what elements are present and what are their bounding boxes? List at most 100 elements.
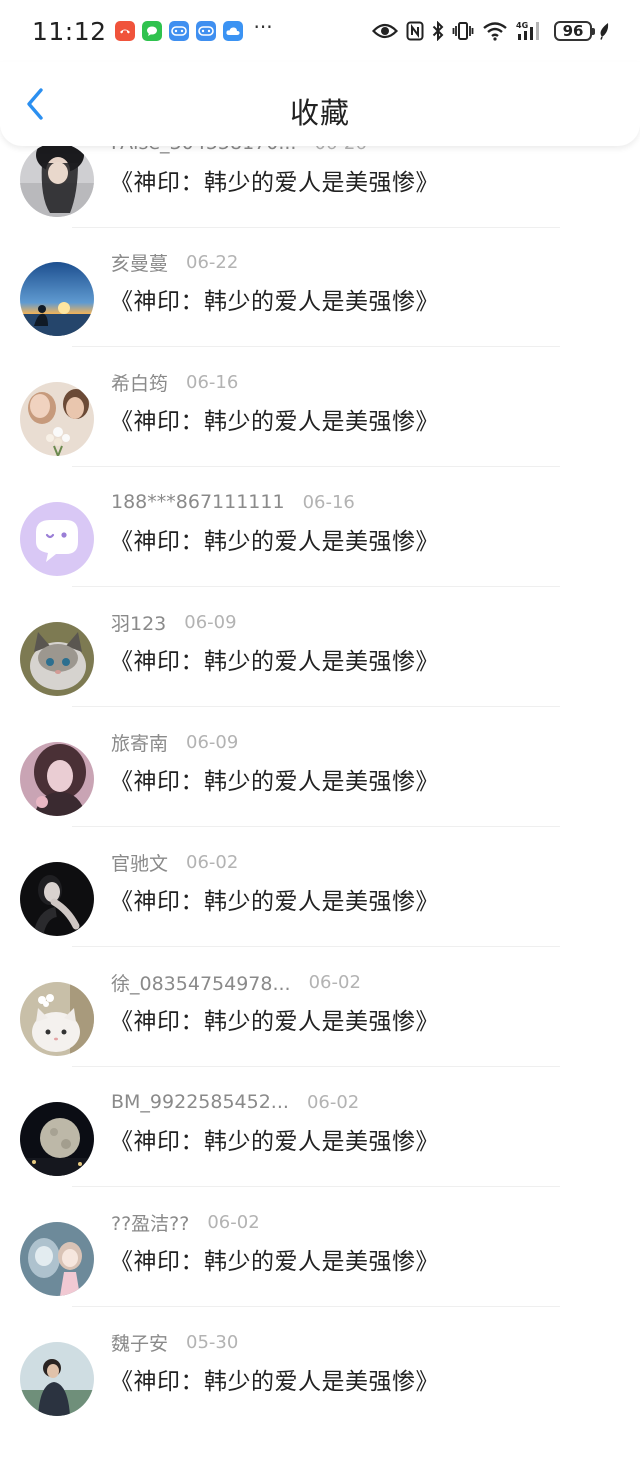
avatar[interactable]	[20, 742, 94, 816]
cloud-icon	[222, 21, 243, 41]
avatar-image-pink-portrait	[20, 742, 94, 816]
avatar-image-anime-girl	[20, 1222, 94, 1296]
item-meta: BM_9922585452... 06-02	[111, 1087, 359, 1117]
username[interactable]: 徐_08354754978...	[111, 969, 291, 996]
date: 06-16	[302, 491, 355, 513]
list-item[interactable]: 亥曼蔓 06-22 《神印：韩少的爱人是美强惨》	[0, 252, 640, 382]
username[interactable]: 官驰文	[111, 849, 168, 876]
divider	[72, 346, 560, 347]
list-item[interactable]: 旅寄南 06-09 《神印：韩少的爱人是美强惨》	[0, 732, 640, 862]
avatar-default-chat-icon	[20, 502, 94, 576]
message-icon	[141, 21, 162, 41]
avatar[interactable]	[20, 862, 94, 936]
list-item[interactable]: 希白筠 06-16 《神印：韩少的爱人是美强惨》	[0, 372, 640, 502]
signal-4g-icon: 4G	[516, 21, 539, 40]
username[interactable]: 魏子安	[111, 1329, 168, 1356]
book-title[interactable]: 《神印：韩少的爱人是美强惨》	[110, 1122, 439, 1156]
divider	[72, 946, 560, 947]
avatar-image-kitten	[20, 622, 94, 696]
avatar-image-boy-outdoors	[20, 1342, 94, 1416]
book-title[interactable]: 《神印：韩少的爱人是美强惨》	[110, 402, 439, 436]
username[interactable]: 亥曼蔓	[111, 249, 168, 276]
item-meta: 官驰文 06-02	[111, 847, 238, 877]
divider	[72, 706, 560, 707]
nfc-icon	[406, 21, 424, 41]
list-item[interactable]: 魏子安 05-30 《神印：韩少的爱人是美强惨》	[0, 1332, 640, 1462]
missed-call-icon	[114, 21, 135, 41]
more-notifications-icon: ···	[253, 15, 273, 39]
divider	[72, 1066, 560, 1067]
vibrate-icon	[452, 22, 474, 40]
list-item[interactable]: ??盈洁?? 06-02 《神印：韩少的爱人是美强惨》	[0, 1212, 640, 1342]
avatar[interactable]	[20, 502, 94, 576]
divider	[72, 227, 560, 228]
avatar-image-sunset	[20, 262, 94, 336]
date: 06-22	[186, 251, 239, 273]
item-meta: 魏子安 05-30	[111, 1327, 238, 1357]
eye-icon	[372, 23, 398, 39]
divider	[72, 1186, 560, 1187]
username[interactable]: 188***867111111	[111, 491, 285, 513]
wifi-icon	[483, 22, 507, 41]
item-meta: 徐_08354754978... 06-02	[111, 967, 361, 997]
svg-text:4G: 4G	[516, 21, 528, 30]
date: 06-02	[207, 1211, 260, 1233]
date: 06-16	[186, 371, 239, 393]
username[interactable]: BM_9922585452...	[111, 1091, 289, 1113]
avatar-image-white-cat	[20, 982, 94, 1056]
divider	[72, 466, 560, 467]
list-item[interactable]: 徐_08354754978... 06-02 《神印：韩少的爱人是美强惨》	[0, 972, 640, 1102]
avatar[interactable]	[20, 1222, 94, 1296]
avatar[interactable]	[20, 1102, 94, 1176]
avatar-image-moon	[20, 1102, 94, 1176]
list-item[interactable]: BM_9922585452... 06-02 《神印：韩少的爱人是美强惨》	[0, 1091, 640, 1222]
book-title[interactable]: 《神印：韩少的爱人是美强惨》	[110, 163, 439, 197]
avatar-image-dark-hair	[20, 143, 94, 217]
item-meta: 羽123 06-09	[111, 607, 237, 637]
date: 06-02	[308, 971, 361, 993]
avatar[interactable]	[20, 982, 94, 1056]
book-title[interactable]: 《神印：韩少的爱人是美强惨》	[110, 1362, 439, 1396]
battery-icon: 96	[554, 21, 595, 41]
item-meta: ??盈洁?? 06-02	[111, 1207, 260, 1237]
avatar[interactable]	[20, 262, 94, 336]
list-item[interactable]: 羽123 06-09 《神印：韩少的爱人是美强惨》	[0, 612, 640, 742]
avatar[interactable]	[20, 382, 94, 456]
username[interactable]: 希白筠	[111, 369, 168, 396]
item-meta: 旅寄南 06-09	[111, 727, 238, 757]
power-saving-leaf-icon	[600, 23, 609, 40]
divider	[72, 826, 560, 827]
nav-header: 收藏	[0, 62, 640, 146]
avatar[interactable]	[20, 143, 94, 217]
username[interactable]: 旅寄南	[111, 729, 168, 756]
battery-level: 96	[562, 22, 584, 40]
status-time: 11:12	[32, 16, 107, 46]
game-controller-icon	[195, 21, 216, 41]
list-item[interactable]: 官驰文 06-02 《神印：韩少的爱人是美强惨》	[0, 852, 640, 982]
avatar-image-couple-flowers	[20, 382, 94, 456]
list-item[interactable]: 188***867111111 06-16 《神印：韩少的爱人是美强惨》	[0, 491, 640, 622]
divider	[72, 1306, 560, 1307]
avatar[interactable]	[20, 622, 94, 696]
book-title[interactable]: 《神印：韩少的爱人是美强惨》	[110, 642, 439, 676]
book-title[interactable]: 《神印：韩少的爱人是美强惨》	[110, 522, 439, 556]
book-title[interactable]: 《神印：韩少的爱人是美强惨》	[110, 882, 439, 916]
date: 06-09	[184, 611, 237, 633]
book-title[interactable]: 《神印：韩少的爱人是美强惨》	[110, 282, 439, 316]
book-title[interactable]: 《神印：韩少的爱人是美强惨》	[110, 1242, 439, 1276]
username[interactable]: ??盈洁??	[111, 1209, 189, 1236]
avatar[interactable]	[20, 1342, 94, 1416]
date: 06-09	[186, 731, 239, 753]
divider	[72, 586, 560, 587]
game-controller-icon	[168, 21, 189, 41]
date: 06-02	[306, 1091, 360, 1113]
username[interactable]: 羽123	[111, 609, 166, 636]
book-title[interactable]: 《神印：韩少的爱人是美强惨》	[110, 1002, 439, 1036]
page-title: 收藏	[289, 96, 350, 130]
item-meta: 希白筠 06-16	[111, 367, 238, 397]
item-meta: 亥曼蔓 06-22	[111, 247, 238, 277]
book-title[interactable]: 《神印：韩少的爱人是美强惨》	[110, 762, 439, 796]
list-item[interactable]: FAlse_304558170... 06-26 《神印：韩少的爱人是美强惨》	[0, 132, 640, 263]
date: 05-30	[186, 1331, 239, 1353]
date: 06-02	[186, 851, 239, 873]
